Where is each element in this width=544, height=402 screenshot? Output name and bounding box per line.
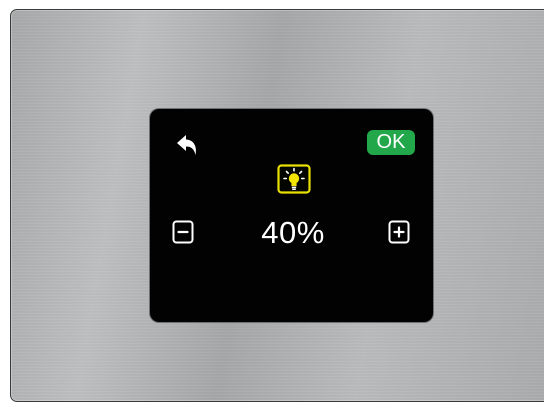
back-button[interactable] — [174, 131, 204, 161]
ok-button[interactable]: OK — [367, 130, 415, 155]
back-arrow-icon — [177, 135, 196, 155]
plus-icon — [388, 220, 410, 244]
display-screen: OK 40% — [150, 109, 433, 322]
minus-icon — [172, 220, 194, 244]
increase-button[interactable] — [388, 220, 410, 244]
decrease-button[interactable] — [172, 220, 194, 244]
light-bulb-icon — [277, 164, 311, 194]
device-panel: OK 40% — [10, 9, 544, 402]
brightness-value: 40% — [261, 215, 325, 250]
